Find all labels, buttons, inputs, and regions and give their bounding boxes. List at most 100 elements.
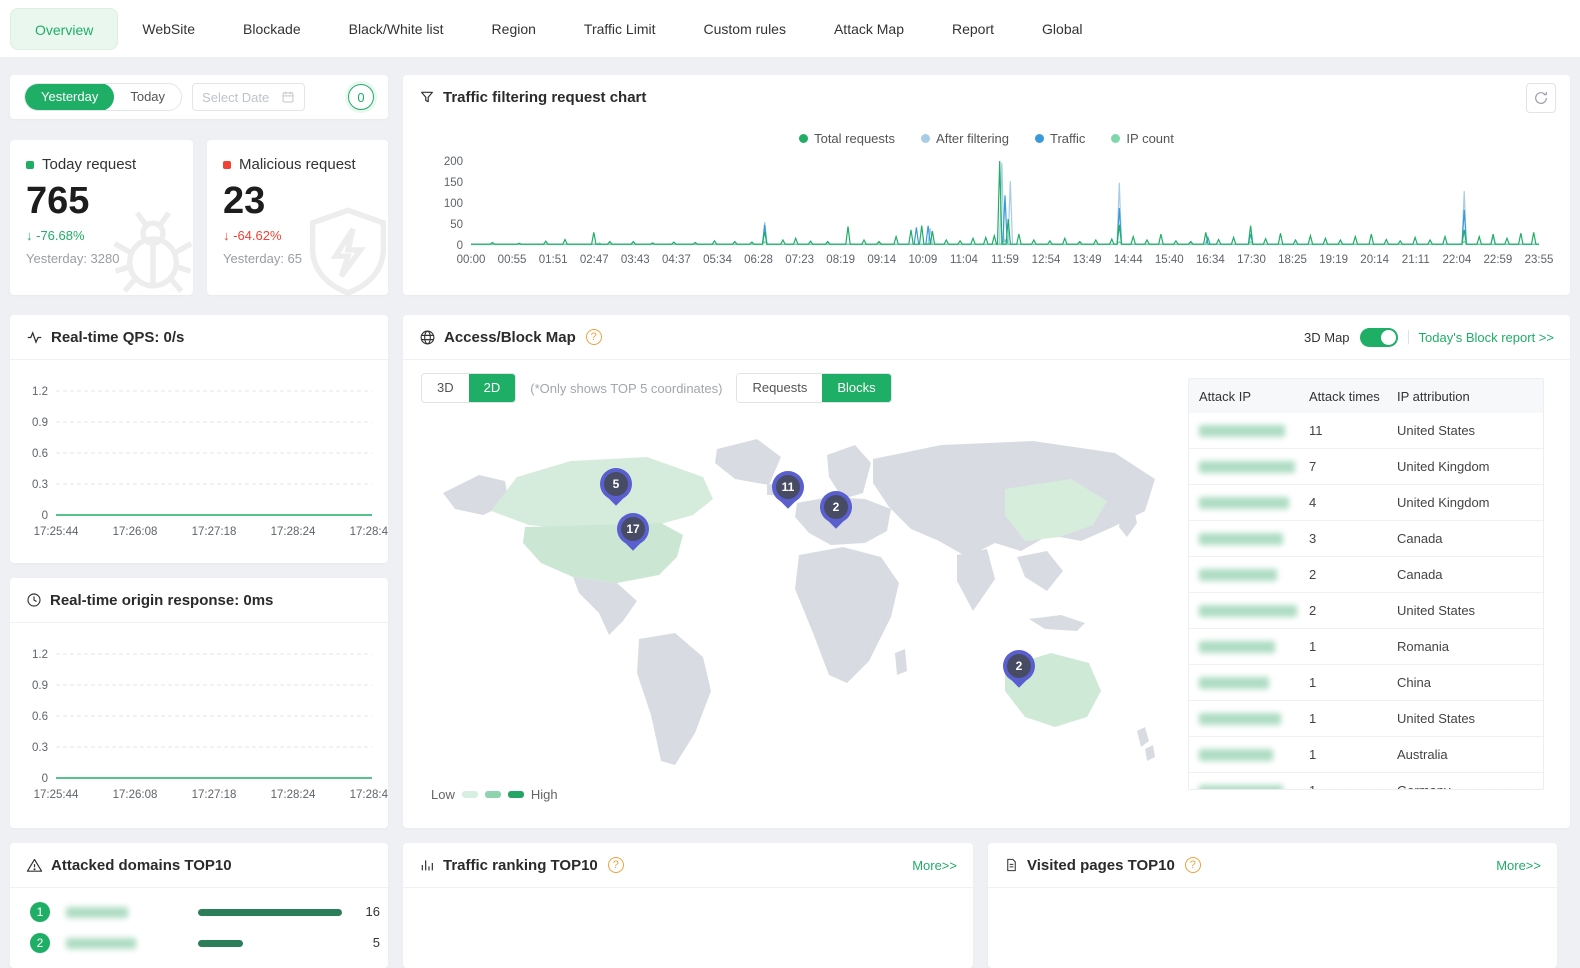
divider <box>1408 330 1409 344</box>
legend-after-filtering[interactable]: After filtering <box>921 131 1009 146</box>
ip-attribution-cell: Canada <box>1397 567 1543 582</box>
divider <box>10 887 388 888</box>
attack-table-row: 2United States <box>1189 593 1543 629</box>
attack-table-row: 4United Kingdom <box>1189 485 1543 521</box>
nav-tab-overview[interactable]: Overview <box>10 8 118 50</box>
svg-text:16:34: 16:34 <box>1196 254 1225 266</box>
nav-tab-global[interactable]: Global <box>1018 8 1106 50</box>
ip-attribution-cell: United States <box>1397 603 1543 618</box>
attack-table-row: 1Australia <box>1189 737 1543 773</box>
pulse-icon <box>26 329 43 346</box>
svg-text:0: 0 <box>42 510 48 522</box>
map-intensity-legend: Low High <box>431 787 558 802</box>
map-controls: 3D 2D (*Only shows TOP 5 coordinates) Re… <box>421 373 892 403</box>
attack-table-row: 1Romania <box>1189 629 1543 665</box>
attack-table-row: 3Canada <box>1189 521 1543 557</box>
requests-button[interactable]: Requests <box>737 374 822 402</box>
yesterday-button[interactable]: Yesterday <box>25 83 114 111</box>
nav-tab-website[interactable]: WebSite <box>118 8 219 50</box>
map-3d-button[interactable]: 3D <box>422 374 469 402</box>
stat-change: ↓ -64.62% <box>223 228 372 243</box>
today-button[interactable]: Today <box>114 83 181 111</box>
pin-count: 17 <box>621 517 645 541</box>
attack-count-bar <box>198 909 342 916</box>
pin-head: 11 <box>772 471 804 503</box>
visited-pages-more-link[interactable]: More>> <box>1496 843 1541 887</box>
malicious-request-card: Malicious request 23 ↓ -64.62% Yesterday… <box>207 140 388 295</box>
svg-text:50: 50 <box>450 219 463 231</box>
block-report-link[interactable]: Today's Block report >> <box>1419 330 1554 345</box>
ip-attribution-cell: United States <box>1397 423 1543 438</box>
svg-text:18:25: 18:25 <box>1278 254 1307 266</box>
help-icon[interactable]: ? <box>586 329 602 345</box>
warning-icon <box>26 857 43 874</box>
today-request-card: Today request 765 ↓ -76.68% Yesterday: 3… <box>10 140 193 295</box>
select-date-input[interactable]: Select Date <box>192 83 305 111</box>
domains-panel-header: Attacked domains TOP10 <box>10 843 388 887</box>
nav-tab-report[interactable]: Report <box>928 8 1018 50</box>
redacted-attack-ip <box>1199 461 1295 473</box>
divider <box>988 887 1557 888</box>
divider <box>403 359 1570 360</box>
svg-text:0.3: 0.3 <box>32 479 48 491</box>
help-icon[interactable]: ? <box>1185 857 1201 873</box>
help-icon[interactable]: ? <box>608 857 624 873</box>
svg-text:21:11: 21:11 <box>1402 254 1430 266</box>
attack-ip-table: Attack IP Attack times IP attribution 11… <box>1188 378 1544 790</box>
domains-panel-title: Attacked domains TOP10 <box>51 857 232 874</box>
svg-text:17:28:24: 17:28:24 <box>271 526 316 538</box>
redacted-attack-ip <box>1199 641 1275 653</box>
redacted-attack-ip <box>1199 533 1283 545</box>
legend-traffic[interactable]: Traffic <box>1035 131 1085 146</box>
svg-text:01:51: 01:51 <box>539 254 568 266</box>
pin-count: 2 <box>1007 654 1031 678</box>
attack-times-cell: 1 <box>1309 747 1397 762</box>
map-pin-united-kingdom[interactable]: 11 <box>772 471 804 515</box>
date-filter-panel: Yesterday Today Select Date 0 <box>10 75 388 119</box>
svg-text:0.9: 0.9 <box>32 417 48 429</box>
nav-tab-traffic-limit[interactable]: Traffic Limit <box>560 8 680 50</box>
redacted-attack-ip <box>1199 497 1289 509</box>
traffic-ranking-more-link[interactable]: More>> <box>912 843 957 887</box>
legend-dot <box>1035 134 1044 143</box>
traffic-panel-header: Traffic filtering request chart <box>403 75 1570 119</box>
redacted-domain <box>66 907 128 918</box>
map-pin-united-states[interactable]: 17 <box>617 513 649 557</box>
svg-text:07:23: 07:23 <box>785 254 814 266</box>
attack-times-cell: 1 <box>1309 711 1397 726</box>
counter-badge[interactable]: 0 <box>348 84 374 110</box>
map-pin-eastern-europe[interactable]: 2 <box>820 491 852 535</box>
svg-text:11:59: 11:59 <box>991 254 1019 266</box>
legend-ip-count[interactable]: IP count <box>1111 131 1173 146</box>
nav-tab-region[interactable]: Region <box>468 8 560 50</box>
pin-head: 5 <box>600 468 632 500</box>
nav-tab-blockade[interactable]: Blockade <box>219 8 325 50</box>
dimension-segment: 3D 2D <box>421 373 516 403</box>
attacked-domains-panel: Attacked domains TOP10 11625 <box>10 843 388 968</box>
redacted-attack-ip <box>1199 677 1269 689</box>
redacted-attack-ip <box>1199 425 1285 437</box>
refresh-icon <box>1533 90 1549 106</box>
stat-value: 23 <box>223 181 372 223</box>
svg-text:22:59: 22:59 <box>1484 254 1513 266</box>
column-ip-attribution: IP attribution <box>1397 389 1543 404</box>
nav-tab-attack-map[interactable]: Attack Map <box>810 8 928 50</box>
legend-total-requests[interactable]: Total requests <box>799 131 895 146</box>
ip-attribution-cell: United Kingdom <box>1397 495 1543 510</box>
nav-tab-custom-rules[interactable]: Custom rules <box>680 8 810 50</box>
waf-dashboard: OverviewWebSiteBlockadeBlack/White listR… <box>0 0 1580 968</box>
traffic-chart: 05010015020000:0000:5501:5102:4703:4304:… <box>419 153 1554 281</box>
map-pin-australia[interactable]: 2 <box>1003 650 1035 694</box>
map-2d-button[interactable]: 2D <box>469 374 516 402</box>
origin-panel-title: Real-time origin response: 0ms <box>50 592 273 609</box>
map-pin-canada[interactable]: 5 <box>600 468 632 512</box>
svg-text:00:55: 00:55 <box>498 254 527 266</box>
attack-times-cell: 1 <box>1309 675 1397 690</box>
refresh-button[interactable] <box>1526 83 1556 113</box>
map-3d-toggle[interactable] <box>1360 328 1398 347</box>
svg-text:0.6: 0.6 <box>32 711 48 723</box>
svg-text:100: 100 <box>444 198 463 210</box>
nav-tab-black-white-list[interactable]: Black/White list <box>325 8 468 50</box>
blocks-button[interactable]: Blocks <box>822 374 890 402</box>
attack-times-cell: 3 <box>1309 531 1397 546</box>
